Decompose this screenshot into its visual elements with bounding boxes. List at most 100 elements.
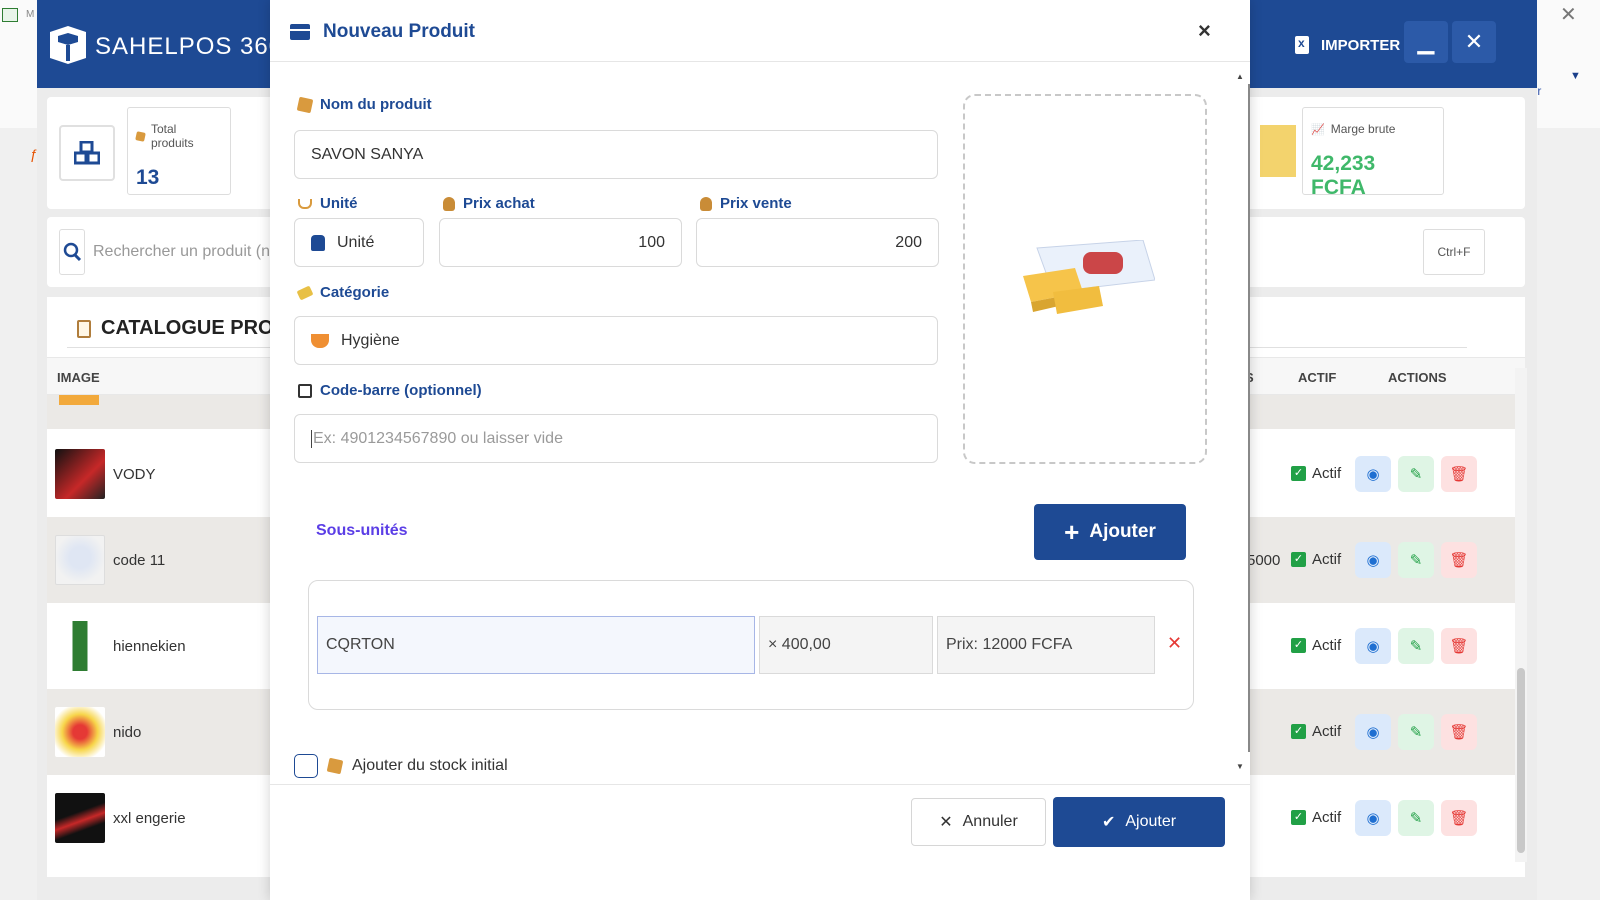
unit-select[interactable]: Unité <box>294 218 424 267</box>
search-input[interactable]: Rechercher un produit (n <box>93 243 270 261</box>
delete-button[interactable]: 🗑 <box>1441 628 1477 664</box>
initial-stock-checkbox[interactable] <box>294 754 318 778</box>
trash-icon: 🗑 <box>1449 466 1469 483</box>
edit-icon: ✎ <box>1409 638 1423 655</box>
eye-icon: ◉ <box>1366 466 1380 483</box>
status-label: Actif <box>1312 637 1342 654</box>
checkbox-checked-icon: ✓ <box>1291 552 1306 567</box>
sub-units-list: CQRTON × 400,00 Prix: 12000 FCFA ✕ <box>308 580 1194 710</box>
total-products-label: Total produits <box>150 122 194 150</box>
gross-margin-value: 42,233 FCFA <box>1311 152 1376 199</box>
product-thumbnail <box>59 395 99 405</box>
edit-button[interactable]: ✎ <box>1398 456 1434 492</box>
status-label: Actif <box>1312 809 1342 826</box>
submit-button[interactable]: ✔ Ajouter <box>1053 797 1225 847</box>
sale-price-label: Prix vente <box>720 195 792 212</box>
remove-sub-unit-icon[interactable]: ✕ <box>1167 633 1182 654</box>
table-scrollbar[interactable] <box>1515 368 1527 862</box>
product-thumbnail <box>55 621 105 671</box>
clipboard-icon <box>77 319 91 338</box>
product-name: code 11 <box>113 552 166 569</box>
modal-close-button[interactable]: × <box>1198 18 1211 44</box>
view-button[interactable]: ◉ <box>1355 800 1391 836</box>
gross-margin-label: Marge brute <box>1330 122 1396 136</box>
category-select[interactable]: Hygiène <box>294 316 938 365</box>
sub-unit-name-field[interactable]: CQRTON <box>317 616 755 674</box>
view-button[interactable]: ◉ <box>1355 628 1391 664</box>
initial-stock-option[interactable]: Ajouter du stock initial <box>294 754 508 778</box>
cancel-button[interactable]: ✕ Annuler <box>911 798 1046 846</box>
delete-button[interactable]: 🗑 <box>1441 714 1477 750</box>
initial-stock-label: Ajouter du stock initial <box>352 757 508 774</box>
search-icon[interactable] <box>59 229 85 275</box>
delete-button[interactable]: 🗑 <box>1441 800 1477 836</box>
view-button[interactable]: ◉ <box>1355 542 1391 578</box>
scroll-down-icon[interactable]: ▼ <box>1236 762 1244 771</box>
column-header-image: IMAGE <box>57 370 100 385</box>
scrollbar-thumb[interactable] <box>1517 668 1525 853</box>
close-button[interactable]: ✕ <box>1452 21 1496 63</box>
edit-button[interactable]: ✎ <box>1398 714 1434 750</box>
add-sub-unit-button[interactable]: + Ajouter <box>1034 504 1186 560</box>
barcode-checkbox[interactable] <box>298 383 312 398</box>
checkbox-checked-icon: ✓ <box>1291 638 1306 653</box>
product-name: nido <box>113 724 142 741</box>
total-products-card: Total produits 13 <box>127 107 231 195</box>
logo-icon <box>50 26 86 64</box>
os-close-icon[interactable]: ✕ <box>1560 2 1577 27</box>
edit-button[interactable]: ✎ <box>1398 628 1434 664</box>
product-name-label: Nom du produit <box>320 96 432 113</box>
status-cell: ✓ Actif <box>1291 465 1341 482</box>
product-thumbnail <box>55 535 105 585</box>
product-name: xxl engerie <box>113 810 186 827</box>
text-caret <box>311 429 312 448</box>
close-icon: ✕ <box>1464 29 1484 54</box>
scroll-up-icon[interactable]: ▲ <box>1236 72 1244 81</box>
purchase-price-value: 100 <box>638 233 665 251</box>
box-icon <box>135 130 146 142</box>
sub-unit-price[interactable]: Prix: 12000 FCFA <box>937 616 1155 674</box>
image-drop-zone[interactable] <box>963 94 1207 464</box>
gross-margin-card: 📈 Marge brute 42,233 FCFA <box>1302 107 1444 199</box>
shortcut-hint: Ctrl+F <box>1423 229 1485 275</box>
checkbox-checked-icon: ✓ <box>1291 724 1306 739</box>
chevron-down-icon[interactable]: ▼ <box>1570 70 1581 82</box>
product-name-input[interactable]: SAVON SANYA <box>294 130 938 179</box>
scrollbar-track[interactable] <box>1248 84 1250 752</box>
minimize-button[interactable]: ▁ <box>1404 21 1448 63</box>
trash-icon: 🗑 <box>1449 552 1469 569</box>
weight-icon <box>311 234 325 251</box>
edit-button[interactable]: ✎ <box>1398 542 1434 578</box>
status-cell: ✓ Actif <box>1291 809 1341 826</box>
submit-label: Ajouter <box>1125 813 1177 830</box>
status-label: Actif <box>1312 723 1342 740</box>
app-window-icon <box>2 8 18 22</box>
barcode-input[interactable]: Ex: 4901234567890 ou laisser vide <box>294 414 938 463</box>
checkbox-checked-icon: ✓ <box>1291 810 1306 825</box>
eye-icon: ◉ <box>1366 810 1380 827</box>
delete-button[interactable]: 🗑 <box>1441 542 1477 578</box>
view-button[interactable]: ◉ <box>1355 714 1391 750</box>
view-button[interactable]: ◉ <box>1355 456 1391 492</box>
barcode-placeholder: Ex: 4901234567890 ou laisser vide <box>313 429 563 447</box>
sale-price-input[interactable]: 200 <box>696 218 939 267</box>
category-label: Catégorie <box>320 284 390 301</box>
category-value: Hygiène <box>341 331 400 349</box>
plus-icon: + <box>1064 517 1080 547</box>
tag-icon <box>296 285 314 300</box>
purchase-price-input[interactable]: 100 <box>439 218 682 267</box>
money-bag-icon <box>443 196 455 211</box>
modal-scrollbar[interactable]: ▲ ▼ <box>1234 66 1250 778</box>
unit-label: Unité <box>320 195 358 212</box>
app-logo-text: SAHELPOS 360 <box>95 33 284 60</box>
money-bag-icon <box>700 196 712 211</box>
edit-button[interactable]: ✎ <box>1398 800 1434 836</box>
box-icon <box>296 96 314 113</box>
sub-unit-multiplier[interactable]: × 400,00 <box>759 616 933 674</box>
import-button[interactable]: IMPORTER <box>1295 28 1400 62</box>
cancel-label: Annuler <box>962 813 1018 830</box>
add-sub-unit-label: Ajouter <box>1089 521 1156 542</box>
chart-icon: 📈 <box>1311 123 1325 136</box>
delete-button[interactable]: 🗑 <box>1441 456 1477 492</box>
box-icon <box>326 757 344 775</box>
